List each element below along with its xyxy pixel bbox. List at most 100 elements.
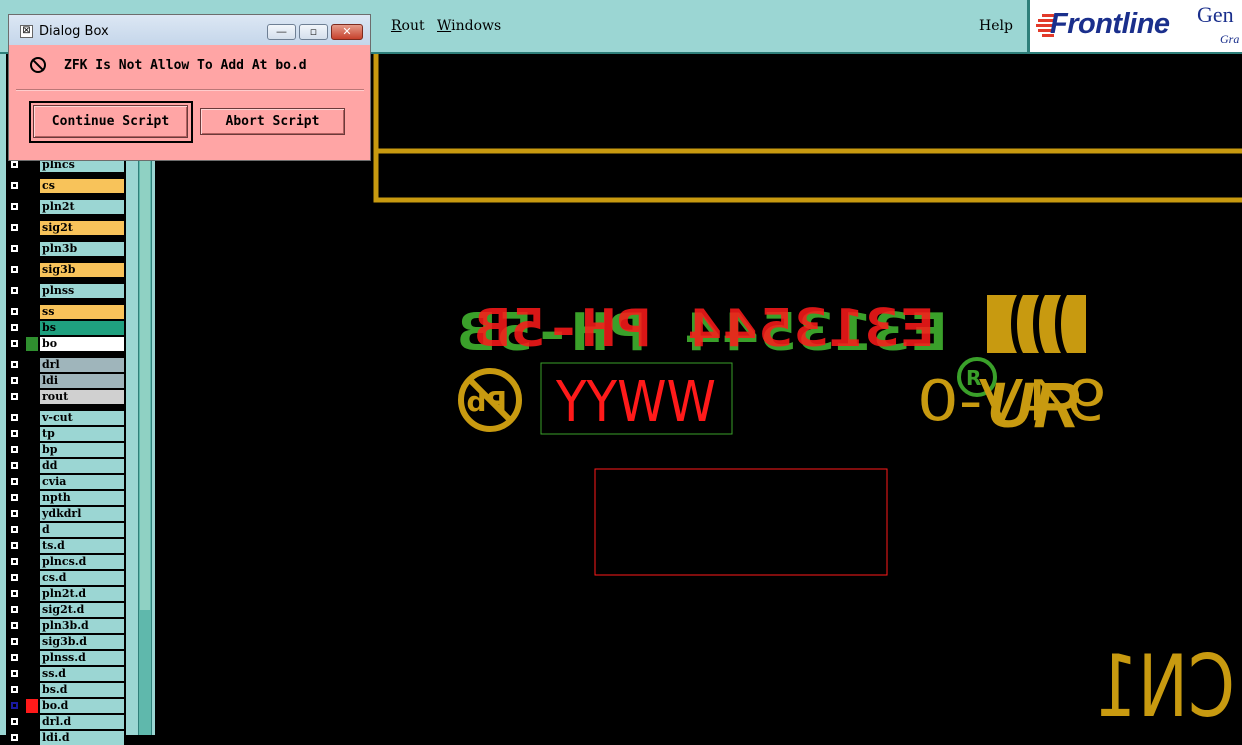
layer-row-sig2t[interactable]: sig2t bbox=[8, 221, 124, 235]
layer-row-ss-d[interactable]: ss.d bbox=[8, 667, 124, 681]
layer-checkbox[interactable] bbox=[10, 541, 19, 550]
layer-color-swatch[interactable] bbox=[26, 699, 38, 713]
layer-checkbox[interactable] bbox=[10, 493, 19, 502]
layer-checkbox[interactable] bbox=[10, 605, 19, 614]
layer-label[interactable]: tp bbox=[40, 427, 124, 441]
layer-label[interactable]: pln3b.d bbox=[40, 619, 124, 633]
layer-checkbox[interactable] bbox=[10, 202, 19, 211]
layer-label[interactable]: d bbox=[40, 523, 124, 537]
dialog-titlebar[interactable]: ⊠ Dialog Box — ▫ ✕ bbox=[9, 15, 370, 45]
layer-label[interactable]: sig2t.d bbox=[40, 603, 124, 617]
layer-checkbox[interactable] bbox=[10, 392, 19, 401]
layer-scrollbar-thumb[interactable] bbox=[140, 160, 150, 610]
layer-checkbox[interactable] bbox=[10, 286, 19, 295]
layer-label[interactable]: bo bbox=[40, 337, 124, 351]
minimize-button[interactable]: — bbox=[267, 24, 296, 40]
layer-checkbox[interactable] bbox=[10, 477, 19, 486]
layer-checkbox[interactable] bbox=[10, 307, 19, 316]
continue-script-button[interactable]: Continue Script bbox=[33, 105, 188, 138]
layer-label[interactable]: sig3b.d bbox=[40, 635, 124, 649]
layer-checkbox[interactable] bbox=[10, 573, 19, 582]
layer-checkbox[interactable] bbox=[10, 685, 19, 694]
layer-checkbox[interactable] bbox=[10, 413, 19, 422]
layer-row-bo-d[interactable]: bo.d bbox=[8, 699, 124, 713]
layer-row-ldi-d[interactable]: ldi.d bbox=[8, 731, 124, 745]
layer-row-cvia[interactable]: cvia bbox=[8, 475, 124, 489]
layer-row-rout[interactable]: rout bbox=[8, 390, 124, 404]
layer-label[interactable]: dd bbox=[40, 459, 124, 473]
layer-row-ts-d[interactable]: ts.d bbox=[8, 539, 124, 553]
layer-checkbox[interactable] bbox=[10, 621, 19, 630]
layer-label[interactable]: pln3b bbox=[40, 242, 124, 256]
layer-color-swatch[interactable] bbox=[26, 337, 38, 351]
layer-row-cs[interactable]: cs bbox=[8, 179, 124, 193]
layer-checkbox[interactable] bbox=[10, 339, 19, 348]
layer-label[interactable]: plnss.d bbox=[40, 651, 124, 665]
layer-label[interactable]: bs.d bbox=[40, 683, 124, 697]
layer-row-plnss[interactable]: plnss bbox=[8, 284, 124, 298]
menu-windows[interactable]: Windows bbox=[437, 18, 501, 34]
layer-row-pln3b-d[interactable]: pln3b.d bbox=[8, 619, 124, 633]
layer-row-ldi[interactable]: ldi bbox=[8, 374, 124, 388]
layer-label[interactable]: ss.d bbox=[40, 667, 124, 681]
layer-label[interactable]: sig2t bbox=[40, 221, 124, 235]
layer-checkbox[interactable] bbox=[10, 376, 19, 385]
layer-row-plncs-d[interactable]: plncs.d bbox=[8, 555, 124, 569]
layer-checkbox[interactable] bbox=[10, 223, 19, 232]
layer-label[interactable]: drl bbox=[40, 358, 124, 372]
layer-checkbox[interactable] bbox=[10, 509, 19, 518]
layer-row-bo[interactable]: bo bbox=[8, 337, 124, 351]
layer-row-ss[interactable]: ss bbox=[8, 305, 124, 319]
layer-row-d[interactable]: d bbox=[8, 523, 124, 537]
layer-checkbox[interactable] bbox=[10, 637, 19, 646]
layer-row-bs[interactable]: bs bbox=[8, 321, 124, 335]
layer-row-plnss-d[interactable]: plnss.d bbox=[8, 651, 124, 665]
layer-row-pln2t-d[interactable]: pln2t.d bbox=[8, 587, 124, 601]
layer-checkbox[interactable] bbox=[10, 160, 19, 169]
menu-help[interactable]: Help bbox=[979, 18, 1013, 34]
layer-label[interactable]: pln2t bbox=[40, 200, 124, 214]
layer-checkbox[interactable] bbox=[10, 429, 19, 438]
maximize-button[interactable]: ▫ bbox=[299, 24, 328, 40]
layer-row-dd[interactable]: dd bbox=[8, 459, 124, 473]
layer-row-sig2t-d[interactable]: sig2t.d bbox=[8, 603, 124, 617]
layer-row-cs-d[interactable]: cs.d bbox=[8, 571, 124, 585]
layer-label[interactable]: cs.d bbox=[40, 571, 124, 585]
layer-checkbox[interactable] bbox=[10, 244, 19, 253]
layer-label[interactable]: ydkdrl bbox=[40, 507, 124, 521]
layer-label[interactable]: ldi.d bbox=[40, 731, 124, 745]
layer-label[interactable]: ldi bbox=[40, 374, 124, 388]
layer-label[interactable]: plnss bbox=[40, 284, 124, 298]
layer-checkbox[interactable] bbox=[10, 360, 19, 369]
layer-row-ydkdrl[interactable]: ydkdrl bbox=[8, 507, 124, 521]
layer-row-drl-d[interactable]: drl.d bbox=[8, 715, 124, 729]
layer-row-tp[interactable]: tp bbox=[8, 427, 124, 441]
layer-label[interactable]: rout bbox=[40, 390, 124, 404]
layer-checkbox[interactable] bbox=[10, 557, 19, 566]
layer-checkbox[interactable] bbox=[10, 445, 19, 454]
layer-row-pln3b[interactable]: pln3b bbox=[8, 242, 124, 256]
layer-row-pln2t[interactable]: pln2t bbox=[8, 200, 124, 214]
layer-checkbox[interactable] bbox=[10, 669, 19, 678]
layer-checkbox[interactable] bbox=[10, 733, 19, 742]
layer-row-sig3b[interactable]: sig3b bbox=[8, 263, 124, 277]
layer-label[interactable]: sig3b bbox=[40, 263, 124, 277]
layer-row-npth[interactable]: npth bbox=[8, 491, 124, 505]
layer-label[interactable]: cvia bbox=[40, 475, 124, 489]
close-button[interactable]: ✕ bbox=[331, 24, 363, 40]
layer-label[interactable]: pln2t.d bbox=[40, 587, 124, 601]
layer-label[interactable]: drl.d bbox=[40, 715, 124, 729]
layer-row-drl[interactable]: drl bbox=[8, 358, 124, 372]
layer-label[interactable]: v-cut bbox=[40, 411, 124, 425]
layer-checkbox[interactable] bbox=[10, 589, 19, 598]
layer-checkbox[interactable] bbox=[10, 461, 19, 470]
layer-checkbox[interactable] bbox=[10, 323, 19, 332]
layer-checkbox[interactable] bbox=[10, 265, 19, 274]
layer-row-v-cut[interactable]: v-cut bbox=[8, 411, 124, 425]
layer-checkbox[interactable] bbox=[10, 525, 19, 534]
layer-label[interactable]: npth bbox=[40, 491, 124, 505]
layer-label[interactable]: bs bbox=[40, 321, 124, 335]
abort-script-button[interactable]: Abort Script bbox=[200, 108, 345, 135]
layer-label[interactable]: bo.d bbox=[40, 699, 124, 713]
layer-label[interactable]: cs bbox=[40, 179, 124, 193]
